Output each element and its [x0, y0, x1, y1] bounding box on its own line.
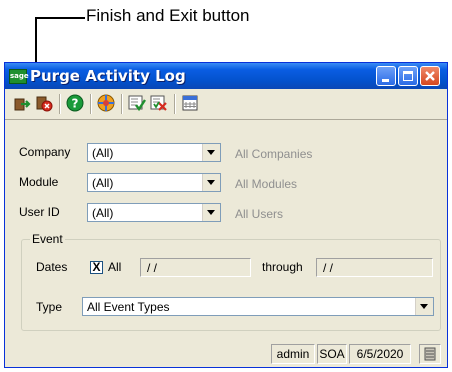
user-id-value: (All) [92, 206, 114, 220]
maximize-button[interactable] [398, 66, 418, 86]
through-date-field[interactable]: / / [316, 258, 433, 277]
user-id-label: User ID [19, 205, 60, 219]
user-id-description: All Users [235, 207, 284, 221]
calendar-button[interactable] [181, 94, 199, 112]
globe-button[interactable] [97, 94, 115, 112]
module-select[interactable]: (All) [87, 173, 221, 192]
company-description: All Companies [235, 147, 313, 161]
event-type-value: All Event Types [87, 300, 170, 314]
svg-text:?: ? [72, 97, 79, 111]
toolbar-divider [5, 119, 447, 120]
all-dates-label: All [108, 260, 122, 274]
help-button[interactable]: ? [66, 94, 84, 112]
finish-and-exit-icon [14, 98, 31, 111]
status-bar: admin SOA 6/5/2020 [5, 341, 447, 367]
callout-line-horizontal [35, 17, 85, 19]
dates-label: Dates [36, 260, 68, 274]
cancel-check-icon [150, 95, 167, 111]
event-group-title: Event [30, 232, 65, 246]
all-dates-checkbox[interactable]: X [90, 261, 103, 274]
toolbar-separator [59, 94, 61, 114]
status-company: SOA [317, 344, 347, 364]
chevron-down-icon[interactable] [202, 144, 220, 161]
close-button[interactable] [420, 66, 440, 86]
status-user: admin [271, 344, 315, 364]
status-date: 6/5/2020 [349, 344, 411, 364]
delete-icon [36, 96, 53, 112]
type-label: Type [36, 300, 63, 314]
globe-icon [97, 94, 115, 112]
from-date-field[interactable]: / / [140, 258, 251, 277]
module-label: Module [19, 175, 59, 189]
callout-label: Finish and Exit button [86, 6, 250, 25]
database-icon [424, 347, 436, 361]
module-description: All Modules [235, 177, 298, 191]
help-icon: ? [66, 94, 84, 112]
status-db-button[interactable] [419, 344, 441, 364]
company-select[interactable]: (All) [87, 143, 221, 162]
module-value: (All) [92, 176, 114, 190]
toolbar-separator [174, 94, 176, 114]
event-type-select[interactable]: All Event Types [82, 297, 434, 316]
chevron-down-icon[interactable] [202, 204, 220, 221]
user-id-select[interactable]: (All) [87, 203, 221, 222]
title-bar[interactable]: sage Purge Activity Log [5, 63, 447, 89]
chevron-down-icon[interactable] [415, 298, 433, 315]
company-label: Company [19, 145, 71, 159]
close-icon [425, 71, 435, 81]
purge-activity-log-window: sage Purge Activity Log ? Company (All) … [4, 62, 448, 368]
event-group: Event Dates X All / / through / / Type A… [21, 232, 441, 331]
cancel-button[interactable] [150, 94, 168, 112]
check-icon [128, 95, 146, 112]
from-date-value: / / [147, 261, 158, 275]
finish-and-exit-button[interactable] [13, 94, 31, 112]
window-title: Purge Activity Log [30, 67, 186, 85]
sage-logo-icon: sage [9, 69, 29, 84]
toolbar: ? [7, 91, 445, 117]
calendar-icon [182, 95, 198, 111]
delete-button[interactable] [35, 94, 53, 112]
minimize-button[interactable] [376, 66, 396, 86]
chevron-down-icon[interactable] [202, 174, 220, 191]
toolbar-separator [90, 94, 92, 114]
company-value: (All) [92, 146, 114, 160]
through-date-value: / / [323, 261, 334, 275]
toolbar-separator [121, 94, 123, 114]
through-label: through [262, 260, 303, 274]
accept-button[interactable] [128, 94, 146, 112]
